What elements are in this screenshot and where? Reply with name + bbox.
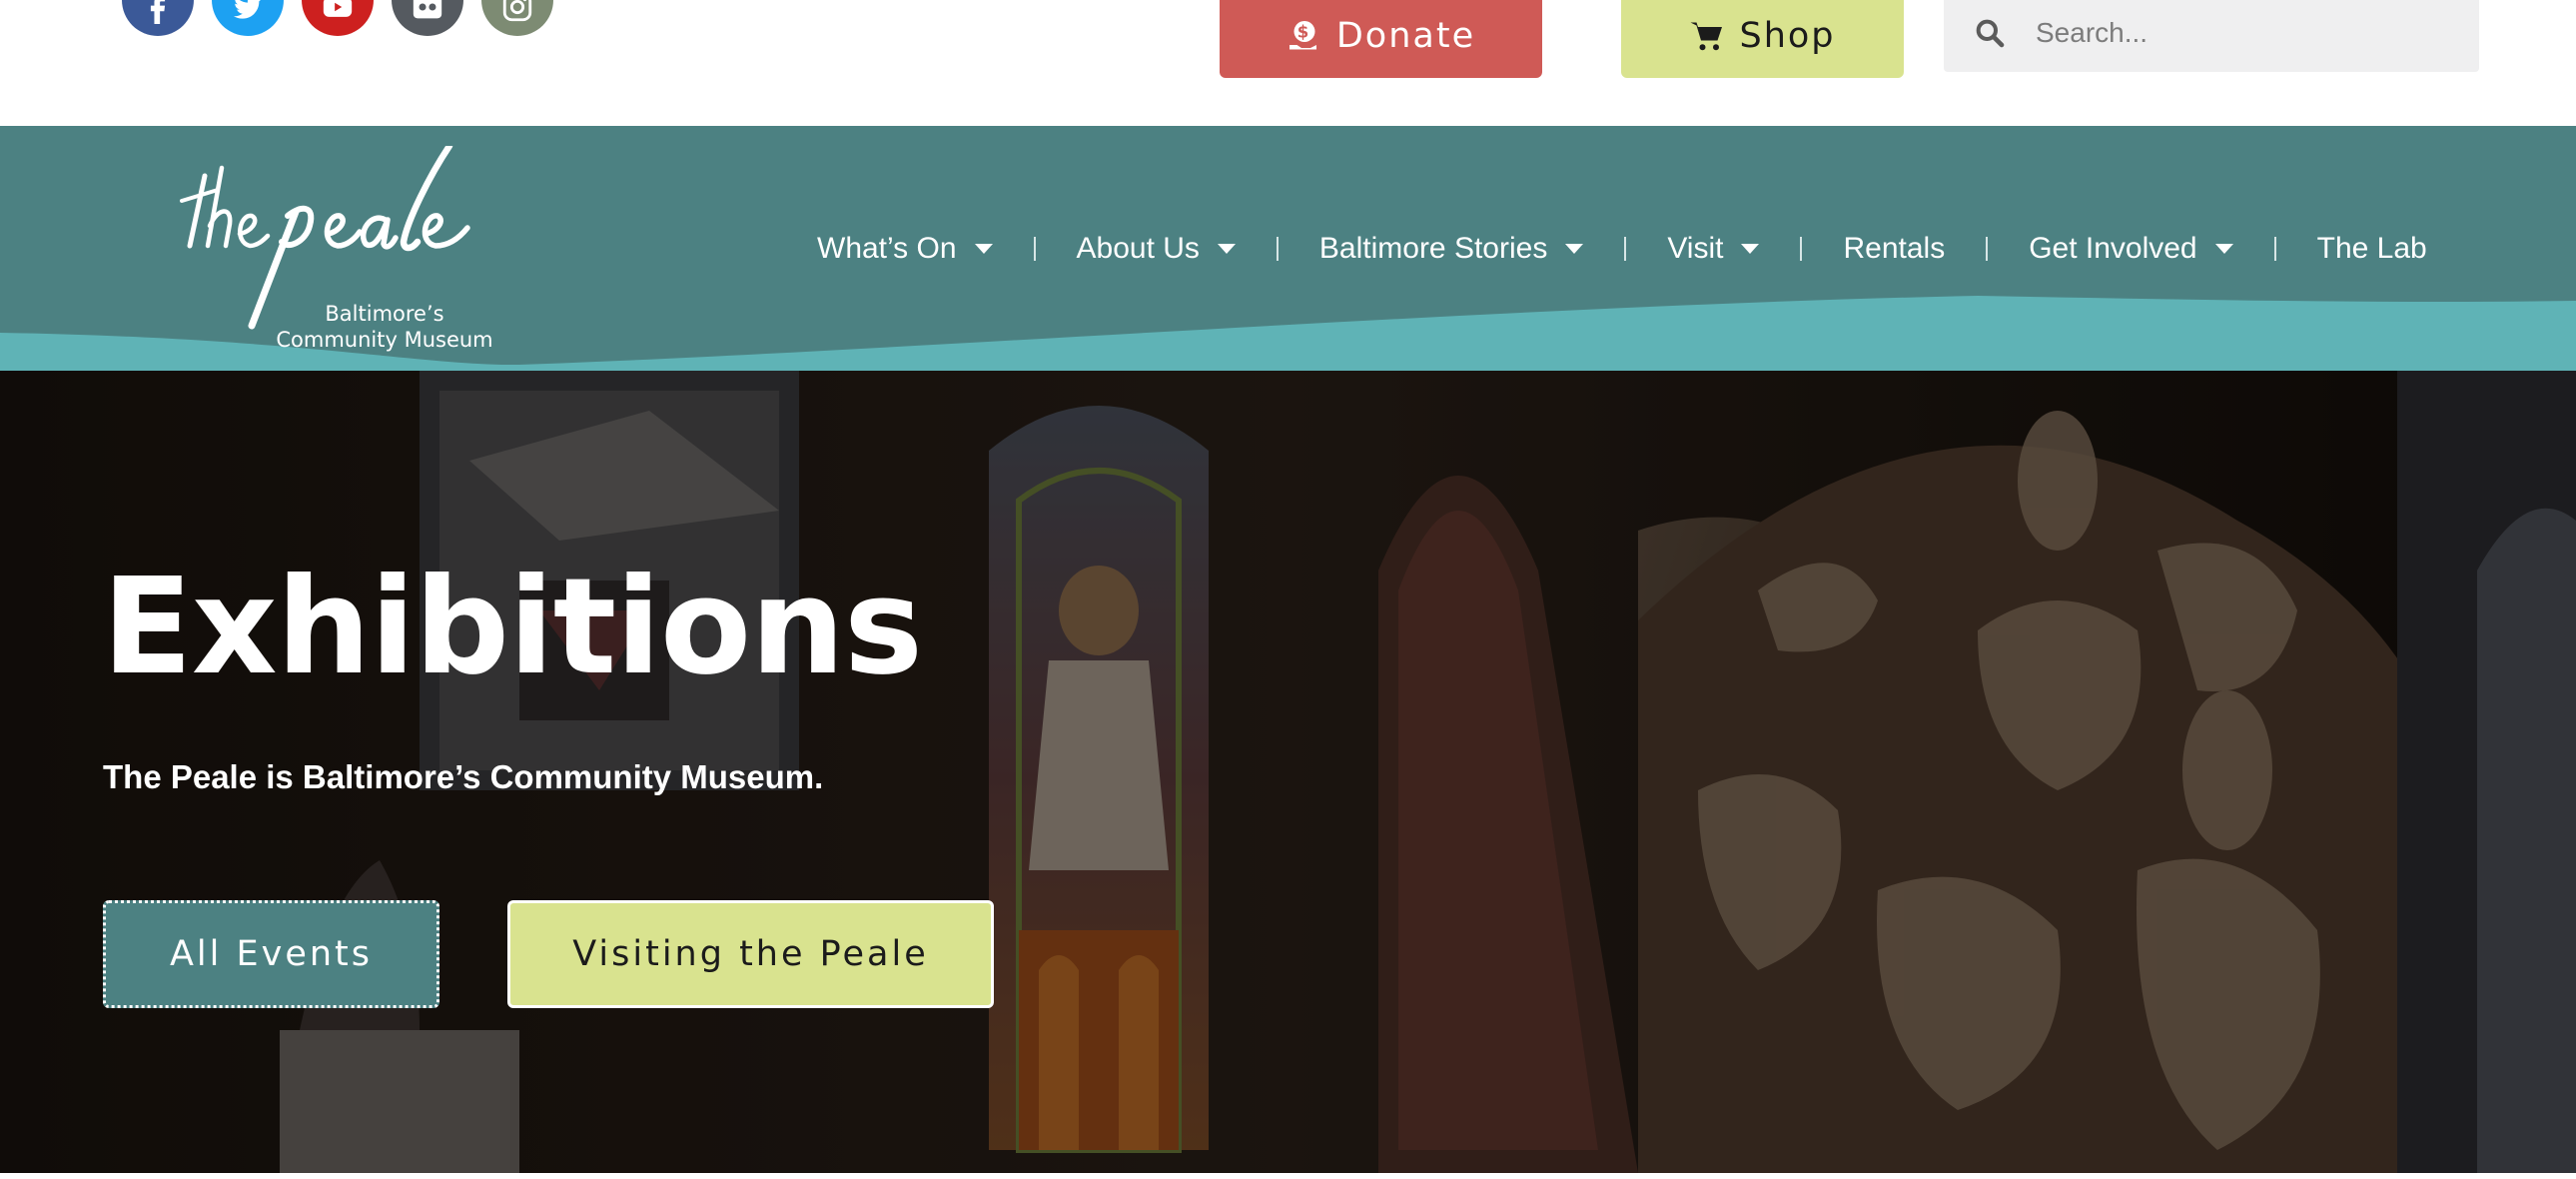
facebook-icon[interactable] [122, 0, 194, 36]
search-box [1944, 0, 2479, 72]
nav-divider [1986, 237, 1989, 261]
site-header: Baltimore’s Community Museum What’s On A… [0, 126, 2576, 371]
nav-divider [1276, 237, 1279, 261]
nav-item-the-lab[interactable]: The Lab [2317, 232, 2427, 266]
nav-label: What’s On [817, 232, 957, 265]
nav-divider [1800, 237, 1803, 261]
all-events-button[interactable]: All Events [103, 900, 439, 1008]
nav-item-visit[interactable]: Visit [1667, 232, 1760, 266]
nav-divider [1624, 237, 1627, 261]
nav-item-get-involved[interactable]: Get Involved [2029, 232, 2233, 266]
chevron-down-icon [1217, 244, 1236, 254]
chevron-down-icon [2214, 244, 2233, 254]
nav-divider [1033, 237, 1036, 261]
chevron-down-icon [1565, 244, 1584, 254]
twitter-icon[interactable] [212, 0, 284, 36]
logo-tagline-line1: Baltimore’s [325, 302, 444, 326]
search-input[interactable] [2036, 17, 2435, 49]
nav-item-rentals[interactable]: Rentals [1843, 232, 1945, 266]
hero-subtitle: The Peale is Baltimore’s Community Museu… [103, 758, 824, 795]
hero-section: Exhibitions The Peale is Baltimore’s Com… [0, 371, 2576, 1173]
logo-tagline: Baltimore’s Community Museum [270, 301, 499, 353]
nav-label: About Us [1076, 232, 1200, 265]
main-nav: What’s On About Us Baltimore Stories Vis… [817, 226, 2427, 272]
nav-label: Visit [1667, 232, 1724, 265]
nav-divider [2273, 237, 2276, 261]
flickr-icon[interactable] [392, 0, 463, 36]
visiting-the-peale-label: Visiting the Peale [572, 934, 929, 974]
nav-label: Rentals [1843, 232, 1946, 265]
nav-item-whats-on[interactable]: What’s On [817, 232, 993, 266]
donate-button[interactable]: $ Donate [1220, 0, 1542, 78]
logo-tagline-line2: Community Museum [276, 328, 493, 352]
hero-title: Exhibitions [102, 551, 923, 704]
search-icon[interactable] [1974, 17, 2006, 49]
youtube-icon[interactable] [302, 0, 374, 36]
visiting-the-peale-button[interactable]: Visiting the Peale [507, 900, 994, 1008]
shop-label: Shop [1739, 16, 1836, 56]
nav-label: Baltimore Stories [1318, 232, 1548, 265]
chevron-down-icon [1741, 244, 1760, 254]
page-bottom-edge [0, 1173, 2576, 1179]
peale-logo[interactable]: Baltimore’s Community Museum [160, 146, 519, 366]
shop-button[interactable]: Shop [1621, 0, 1904, 78]
donate-hand-coin-icon: $ [1288, 21, 1316, 50]
chevron-down-icon [974, 244, 993, 254]
all-events-label: All Events [169, 934, 374, 974]
donate-label: Donate [1335, 16, 1476, 56]
instagram-icon[interactable] [481, 0, 553, 36]
nav-item-about-us[interactable]: About Us [1077, 232, 1236, 266]
svg-text:$: $ [1297, 23, 1311, 42]
social-links [122, 0, 553, 36]
cart-icon [1690, 22, 1723, 51]
nav-item-baltimore-stories[interactable]: Baltimore Stories [1318, 232, 1584, 266]
nav-label: Get Involved [2029, 232, 2197, 265]
nav-label: The Lab [2316, 232, 2427, 265]
top-utility-bar: $ Donate Shop [0, 0, 2576, 126]
